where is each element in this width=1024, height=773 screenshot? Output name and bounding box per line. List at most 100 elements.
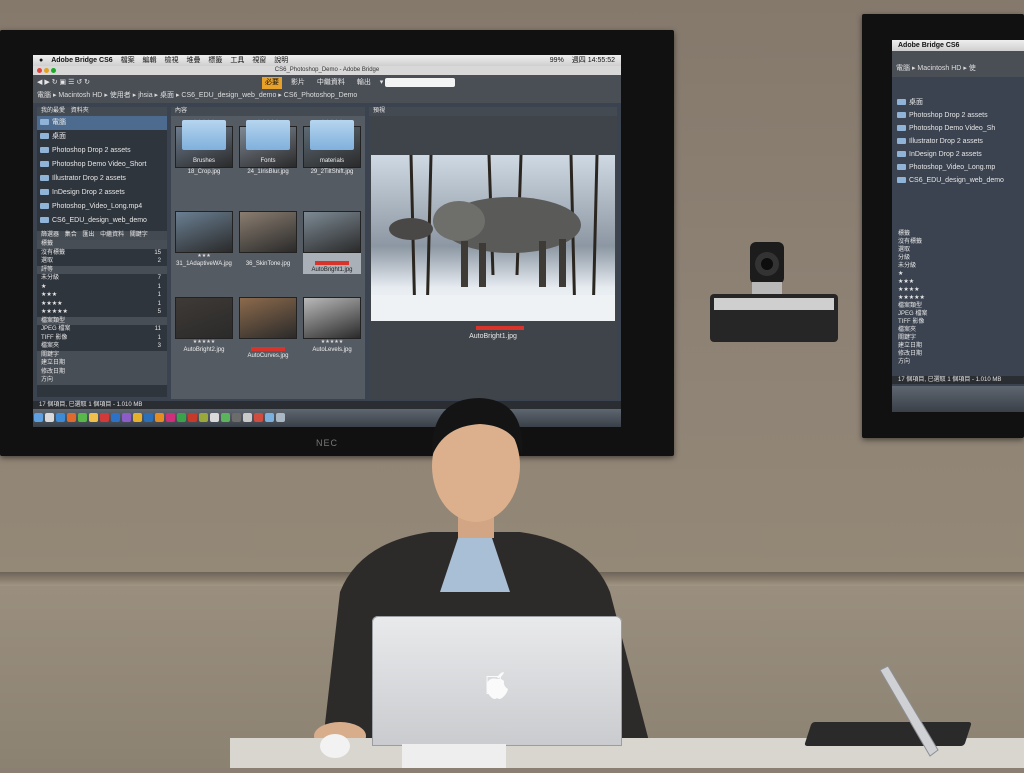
- filter-row[interactable]: 未分級 7: [37, 274, 167, 283]
- image-thumbnail[interactable]: ★★★★★ AutoBright2.jpg: [175, 297, 233, 354]
- filter-row[interactable]: 檔案類型: [37, 316, 167, 325]
- breadcrumb-item[interactable]: jhsia: [138, 92, 152, 99]
- tab-collections[interactable]: 集合: [65, 232, 77, 238]
- filter-row[interactable]: 修改日期: [894, 350, 1024, 358]
- filter-row[interactable]: ★★★★: [894, 286, 1024, 294]
- filter-row[interactable]: JPEG 檔案: [894, 310, 1024, 318]
- forward-icon[interactable]: ▶: [44, 79, 49, 86]
- menu-item[interactable]: 視窗: [252, 57, 266, 64]
- filter-row[interactable]: 建立日期: [37, 359, 167, 368]
- app-store-icon[interactable]: [111, 413, 120, 422]
- folder-item[interactable]: Photoshop_Video_Long.mp: [894, 161, 1024, 174]
- folder-item[interactable]: Illustrator Drop 2 assets: [894, 135, 1024, 148]
- flash-icon[interactable]: [188, 413, 197, 422]
- folder-item[interactable]: CS6_EDU_design_web_demo: [894, 174, 1024, 187]
- folder-item[interactable]: CS6_EDU_design_web_demo: [37, 214, 167, 228]
- indesign-icon[interactable]: [166, 413, 175, 422]
- filter-row[interactable]: 方向: [37, 376, 167, 385]
- minimize-icon[interactable]: [44, 68, 49, 73]
- workspace-tab[interactable]: 影片: [288, 77, 308, 89]
- filter-row[interactable]: JPEG 檔案 11: [37, 325, 167, 334]
- filter-row[interactable]: ★: [894, 270, 1024, 278]
- folder-item[interactable]: 電腦: [37, 116, 167, 130]
- boomerang-icon[interactable]: ↻: [52, 79, 58, 86]
- rotate-left-icon[interactable]: ↺: [76, 79, 82, 86]
- filter-row[interactable]: 關鍵字: [37, 350, 167, 359]
- image-thumbnail[interactable]: ★★★ 31_1AdaptiveWA.jpg: [175, 211, 233, 268]
- folder-thumbnail[interactable]: materials: [303, 116, 361, 165]
- app-menu[interactable]: Adobe Bridge CS6: [51, 57, 112, 64]
- illustrator-icon[interactable]: [155, 413, 164, 422]
- filter-row[interactable]: 修改日期: [37, 367, 167, 376]
- filter-row[interactable]: 未分級: [894, 262, 1024, 270]
- image-thumbnail[interactable]: 36_SkinTone.jpg: [239, 211, 297, 268]
- fireworks-icon[interactable]: [199, 413, 208, 422]
- breadcrumb-item[interactable]: Macintosh HD: [917, 65, 961, 72]
- battery-indicator[interactable]: 99%: [550, 55, 564, 66]
- breadcrumb-item[interactable]: CS6_Photoshop_Demo: [284, 92, 358, 99]
- tab-favorites[interactable]: 我的最愛: [41, 108, 65, 114]
- filter-row[interactable]: ★★★★ 1: [37, 300, 167, 309]
- dashboard-icon[interactable]: [45, 413, 54, 422]
- filter-row[interactable]: ★★★ 1: [37, 291, 167, 300]
- filter-row[interactable]: ★★★: [894, 278, 1024, 286]
- zoom-icon[interactable]: [51, 68, 56, 73]
- folder-item[interactable]: Photoshop Drop 2 assets: [894, 109, 1024, 122]
- filter-row[interactable]: 建立日期: [894, 342, 1024, 350]
- search-input[interactable]: [385, 77, 456, 87]
- messages-icon[interactable]: [221, 413, 230, 422]
- menu-item[interactable]: 標籤: [208, 57, 222, 64]
- system-preferences-icon[interactable]: [243, 413, 252, 422]
- apple-menu-icon[interactable]: ●: [39, 57, 43, 64]
- back-icon[interactable]: ◀: [37, 79, 42, 86]
- breadcrumb-item[interactable]: CS6_EDU_design_web_demo: [181, 92, 276, 99]
- dreamweaver-icon[interactable]: [177, 413, 186, 422]
- preview-tab[interactable]: 預視: [369, 107, 617, 116]
- photoshop-icon[interactable]: [144, 413, 153, 422]
- image-thumbnail[interactable]: ★★★★★ AutoLevels.jpg: [303, 297, 361, 354]
- tab-filter[interactable]: 篩選器: [41, 232, 59, 238]
- filter-row[interactable]: 檔案夾 3: [37, 342, 167, 351]
- facetime-icon[interactable]: [78, 413, 87, 422]
- folder-item[interactable]: Illustrator Drop 2 assets: [37, 172, 167, 186]
- folder-item[interactable]: Photoshop Drop 2 assets: [37, 144, 167, 158]
- workspace-tab[interactable]: 輸出: [354, 77, 374, 89]
- filter-row[interactable]: TIFF 影像 1: [37, 334, 167, 343]
- folder-thumbnail[interactable]: Fonts: [239, 116, 297, 165]
- folder-item[interactable]: InDesign Drop 2 assets: [37, 186, 167, 200]
- filter-row[interactable]: 沒有標籤: [894, 238, 1024, 246]
- menu-item[interactable]: 檢視: [165, 57, 179, 64]
- filter-row[interactable]: 檔案類型: [894, 302, 1024, 310]
- tab-keywords[interactable]: 關鍵字: [130, 232, 148, 238]
- folder-item[interactable]: Photoshop Demo Video_Sh: [894, 122, 1024, 135]
- filter-row[interactable]: 關鍵字: [894, 334, 1024, 342]
- workspace-tab[interactable]: 中繼資料: [314, 77, 348, 89]
- filter-row[interactable]: 標籤: [37, 240, 167, 249]
- filter-row[interactable]: 選取: [894, 246, 1024, 254]
- folder-thumbnail[interactable]: Brushes: [175, 116, 233, 165]
- filter-row[interactable]: 分級: [894, 254, 1024, 262]
- firefox-icon[interactable]: [67, 413, 76, 422]
- bridge-icon[interactable]: [133, 413, 142, 422]
- filter-row[interactable]: ★★★★★ 5: [37, 308, 167, 317]
- menu-item[interactable]: 說明: [274, 57, 288, 64]
- breadcrumb-item[interactable]: Macintosh HD: [58, 92, 102, 99]
- folder-item[interactable]: InDesign Drop 2 assets: [894, 148, 1024, 161]
- tab-export[interactable]: 匯出: [82, 232, 94, 238]
- filter-row[interactable]: 沒有標籤 15: [37, 249, 167, 258]
- menu-item[interactable]: 檔案: [121, 57, 135, 64]
- folder-item[interactable]: Photoshop Demo Video_Short: [37, 158, 167, 172]
- itunes-icon[interactable]: [122, 413, 131, 422]
- refine-icon[interactable]: ☰: [68, 79, 74, 86]
- breadcrumb-item[interactable]: 使用者: [110, 92, 131, 99]
- terminal-icon[interactable]: [232, 413, 241, 422]
- tab-metadata[interactable]: 中繼資料: [100, 232, 124, 238]
- filter-row[interactable]: 標籤: [894, 230, 1024, 238]
- menu-item[interactable]: 工具: [230, 57, 244, 64]
- filter-row[interactable]: 方向: [894, 358, 1024, 366]
- calendar-icon[interactable]: [100, 413, 109, 422]
- workspace-tab[interactable]: 必要: [261, 77, 282, 89]
- safari-icon[interactable]: [56, 413, 65, 422]
- app-menu[interactable]: Adobe Bridge CS6: [898, 42, 959, 49]
- content-tab[interactable]: 內容: [171, 107, 365, 116]
